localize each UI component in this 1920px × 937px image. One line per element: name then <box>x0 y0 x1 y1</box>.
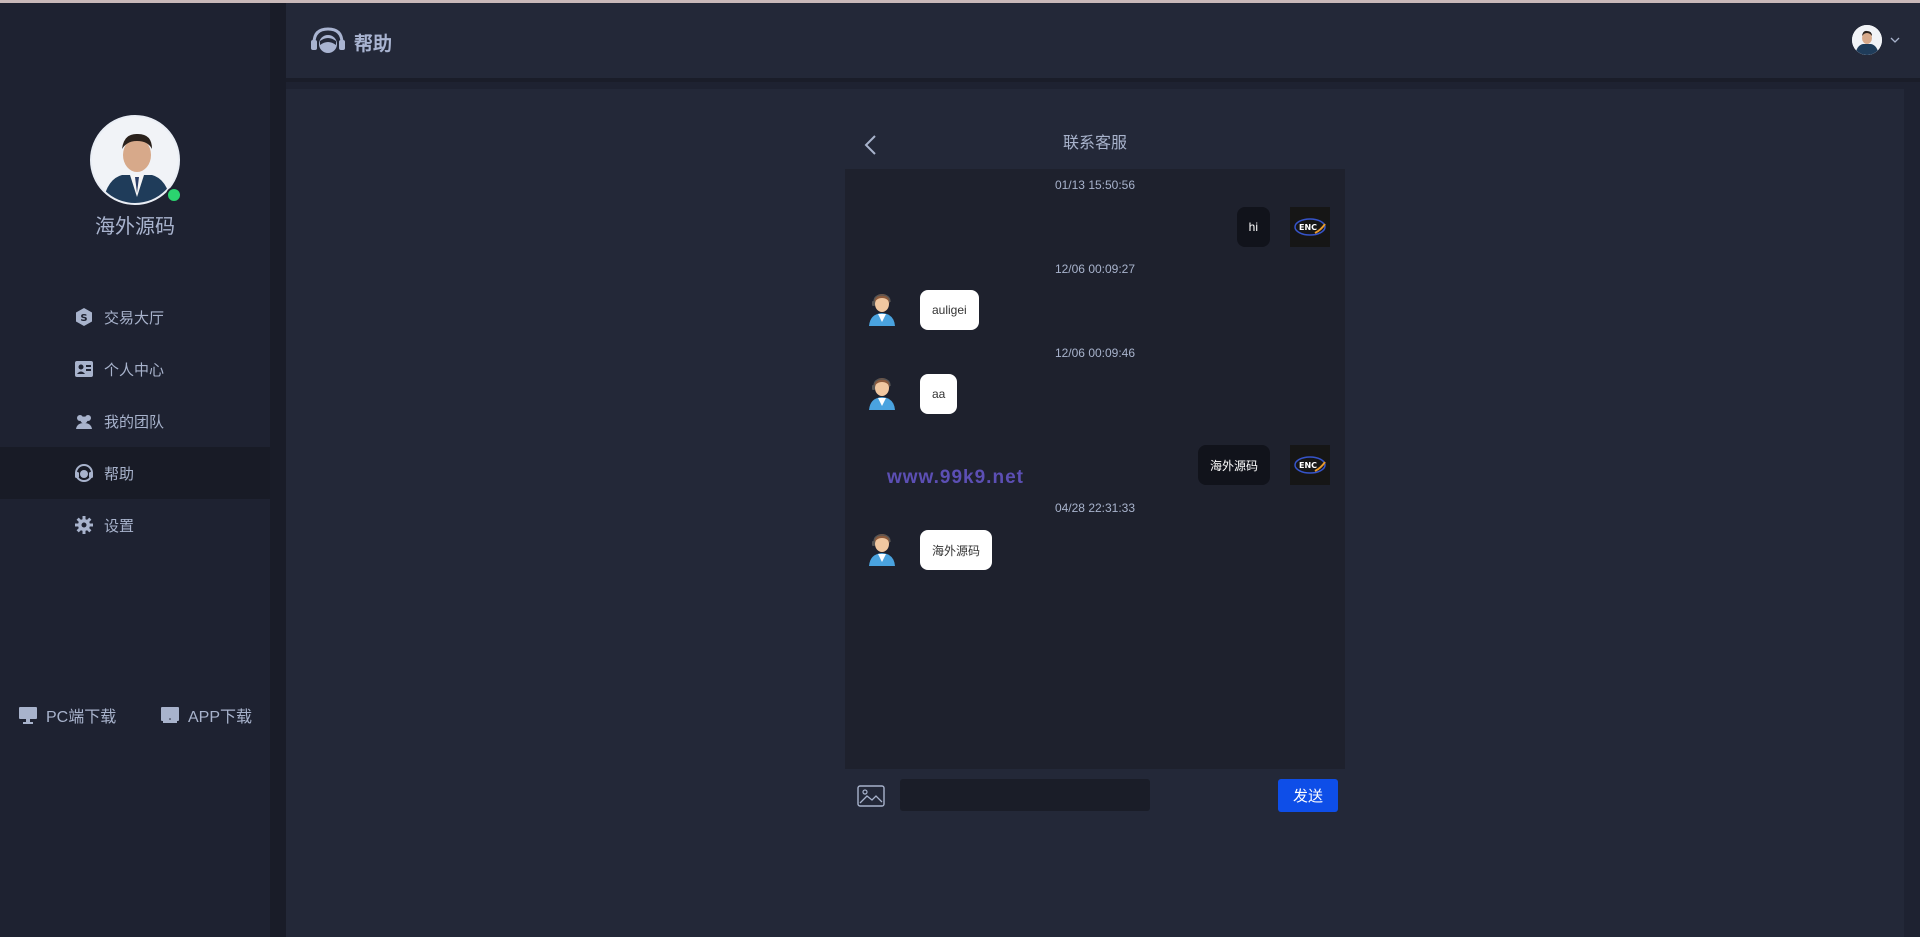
chat-title: 联系客服 <box>1062 135 1127 152</box>
svg-text:S: S <box>80 313 87 324</box>
sidebar-divider <box>270 3 286 937</box>
sidebar-item-help[interactable]: 帮助 <box>0 447 270 499</box>
top-header: 帮助 <box>286 3 1920 82</box>
agent-avatar-icon <box>865 374 899 410</box>
download-links: PC端下载 APP下载 <box>0 703 270 727</box>
id-card-icon <box>74 359 94 379</box>
monitor-icon <box>18 705 38 725</box>
watermark-text: www.99k9.net <box>887 467 1024 488</box>
pc-download-link[interactable]: PC端下载 <box>18 703 116 727</box>
chevron-down-icon <box>1890 37 1900 43</box>
sidebar-item-trading-hall[interactable]: S 交易大厅 <box>0 291 270 343</box>
headset-icon <box>74 463 94 483</box>
page-title: 帮助 <box>310 25 392 59</box>
enc-logo-icon: ENC <box>1290 207 1330 247</box>
username: 海外源码 <box>95 216 175 238</box>
message-bubble-out: hi <box>1236 207 1270 247</box>
agent-avatar-icon <box>865 290 899 326</box>
chat-header: 联系客服 <box>845 119 1345 169</box>
sidebar-item-label: 我的团队 <box>104 413 165 431</box>
message-timestamp: 04/28 22:31:33 <box>1054 501 1136 515</box>
app-download-link[interactable]: APP下载 <box>160 703 252 727</box>
send-button[interactable]: 发送 <box>1278 779 1338 812</box>
main-content: 联系客服 01/13 15:50:56 hi ENC 12/06 00:09:2… <box>286 89 1904 937</box>
pc-download-label: PC端下载 <box>46 709 117 726</box>
user-menu[interactable] <box>1852 25 1900 55</box>
sidebar-item-my-team[interactable]: 我的团队 <box>0 395 270 447</box>
enc-logo-icon: ENC <box>1290 445 1330 485</box>
svg-text:ENC: ENC <box>1299 223 1317 232</box>
sidebar-nav: S 交易大厅 个人中心 我的团队 帮助 设置 <box>0 291 270 551</box>
message-input[interactable] <box>900 779 1150 811</box>
sidebar-item-label: 设置 <box>104 517 135 535</box>
sidebar-item-label: 交易大厅 <box>104 309 165 327</box>
back-arrow-icon[interactable] <box>861 134 881 156</box>
message-timestamp: 12/06 00:09:46 <box>1054 346 1136 360</box>
message-bubble-out: 海外源码 <box>1197 445 1270 485</box>
team-icon <box>74 411 94 431</box>
app-download-label: APP下载 <box>187 709 252 726</box>
message-bubble-in: 海外源码 <box>920 530 993 570</box>
sidebar: 海外源码 S 交易大厅 个人中心 我的团队 帮助 设置 PC端下载 APP下载 <box>0 3 270 937</box>
gear-icon <box>74 515 94 535</box>
agent-avatar-icon <box>865 530 899 566</box>
sidebar-item-settings[interactable]: 设置 <box>0 499 270 551</box>
page-title-text: 帮助 <box>354 33 393 55</box>
chat-message-list[interactable]: 01/13 15:50:56 hi ENC 12/06 00:09:27 aul… <box>845 169 1345 769</box>
image-upload-icon[interactable] <box>857 785 885 807</box>
profile-avatar-wrap <box>90 115 182 205</box>
tablet-icon <box>160 705 180 725</box>
chat-input-row: 发送 <box>845 769 1345 823</box>
chat-panel: 联系客服 01/13 15:50:56 hi ENC 12/06 00:09:2… <box>845 119 1345 823</box>
shield-s-icon: S <box>74 307 94 327</box>
message-bubble-in: auligei <box>920 290 979 330</box>
headset-icon <box>310 25 346 59</box>
message-bubble-in: aa <box>920 374 958 414</box>
sidebar-item-personal-center[interactable]: 个人中心 <box>0 343 270 395</box>
svg-text:ENC: ENC <box>1299 461 1317 470</box>
sidebar-item-label: 个人中心 <box>104 361 165 379</box>
online-status-dot <box>166 187 182 203</box>
sidebar-item-label: 帮助 <box>104 465 135 483</box>
message-timestamp: 01/13 15:50:56 <box>1054 178 1136 192</box>
message-timestamp: 12/06 00:09:27 <box>1054 262 1136 276</box>
avatar[interactable] <box>1852 25 1882 55</box>
